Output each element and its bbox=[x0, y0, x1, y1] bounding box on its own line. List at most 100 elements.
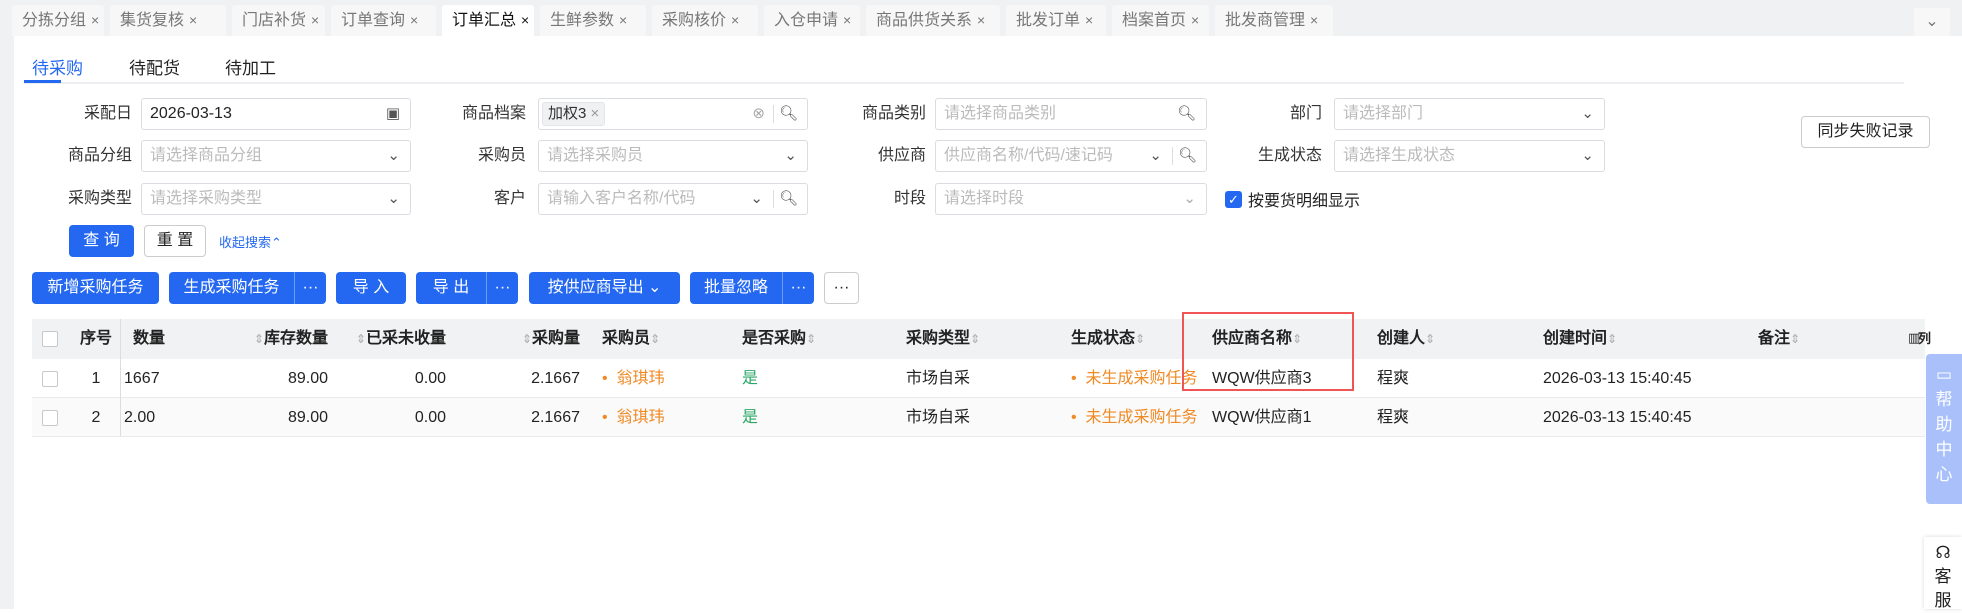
column-header[interactable]: 创建时间⇕ bbox=[1543, 319, 1617, 359]
subtab-pending-processing[interactable]: 待加工 bbox=[225, 54, 276, 79]
column-header[interactable]: ⇕已采未收量 bbox=[338, 319, 446, 359]
export-by-supplier-button[interactable]: 按供应商导出 ⌄ bbox=[529, 272, 680, 304]
more-icon[interactable]: ··· bbox=[782, 272, 814, 304]
sort-icon[interactable]: ⇕ bbox=[1607, 332, 1617, 346]
category-field[interactable]: 请选择商品类别 🔍︎ bbox=[935, 98, 1207, 130]
collapse-search-link[interactable]: 收起搜索⌃ bbox=[219, 232, 282, 251]
sort-icon[interactable]: ⇕ bbox=[522, 332, 532, 346]
search-icon[interactable]: 🔍︎ bbox=[779, 99, 798, 129]
period-select[interactable]: 请选择时段 ⌄ bbox=[935, 183, 1207, 215]
column-header[interactable]: 创建人⇕ bbox=[1377, 319, 1435, 359]
supplier-field[interactable]: 供应商名称/代码/速记码 ⌄ 🔍︎ bbox=[935, 140, 1207, 172]
close-icon[interactable]: × bbox=[311, 12, 319, 28]
chat-icon: ▭ bbox=[1935, 365, 1953, 384]
column-header[interactable]: 序号 bbox=[71, 319, 121, 359]
close-icon[interactable]: × bbox=[1191, 12, 1199, 28]
tab-item[interactable]: 订单查询 × bbox=[331, 5, 436, 36]
customer-service-button[interactable]: ☊ 客服 bbox=[1924, 537, 1962, 610]
more-actions-button[interactable]: ··· bbox=[824, 272, 859, 304]
search-icon[interactable]: 🔍︎ bbox=[779, 184, 798, 214]
tab-item[interactable]: 集货复核 × bbox=[110, 5, 226, 36]
tab-item[interactable]: 分拣分组 × bbox=[12, 5, 104, 36]
cell-ptype: 市场自采 bbox=[906, 398, 970, 437]
help-center-button[interactable]: ▭ 帮助中心 bbox=[1926, 354, 1962, 504]
subtab-pending-distribution[interactable]: 待配货 bbox=[129, 54, 180, 79]
cell-value: 是 bbox=[742, 370, 759, 387]
clear-icon[interactable]: ⊗ bbox=[752, 99, 765, 129]
column-header-label: 生成状态 bbox=[1071, 330, 1136, 347]
select-all-checkbox[interactable] bbox=[42, 331, 58, 347]
close-icon[interactable]: × bbox=[619, 12, 627, 28]
tab-item[interactable]: 采购核价 × bbox=[652, 5, 758, 36]
column-header[interactable]: ⇕采购量 bbox=[456, 319, 580, 359]
goods-label: 商品档案 bbox=[461, 105, 526, 122]
close-icon[interactable]: × bbox=[731, 12, 739, 28]
close-icon[interactable]: × bbox=[1310, 12, 1318, 28]
sort-icon[interactable]: ⇕ bbox=[650, 332, 660, 346]
date-field[interactable]: 2026-03-13 ▣ bbox=[141, 98, 411, 130]
sort-icon[interactable]: ⇕ bbox=[1425, 332, 1435, 346]
column-settings-icon[interactable]: ▥ bbox=[1908, 330, 1920, 346]
cell-value: 0.00 bbox=[414, 370, 446, 387]
tab-item[interactable]: 批发订单 × bbox=[1006, 5, 1106, 36]
column-header-label: 已采未收量 bbox=[365, 330, 446, 347]
dept-select[interactable]: 请选择部门 ⌄ bbox=[1334, 98, 1605, 130]
close-icon[interactable]: × bbox=[91, 12, 99, 28]
sort-icon[interactable]: ⇕ bbox=[1135, 332, 1145, 346]
more-icon[interactable]: ··· bbox=[294, 272, 326, 304]
tab-item[interactable]: 商品供货关系 × bbox=[866, 5, 1000, 36]
detail-checkbox[interactable]: ✓ bbox=[1225, 191, 1242, 208]
buyer-select[interactable]: 请选择采购员 ⌄ bbox=[538, 140, 808, 172]
search-icon[interactable]: 🔍︎ bbox=[1178, 141, 1197, 171]
row-checkbox[interactable] bbox=[42, 371, 58, 387]
group-select[interactable]: 请选择商品分组 ⌄ bbox=[141, 140, 411, 172]
supplier-label: 供应商 bbox=[877, 147, 926, 164]
chip-close-icon[interactable]: × bbox=[591, 105, 600, 122]
column-header[interactable]: 生成状态⇕ bbox=[1071, 319, 1145, 359]
sort-icon[interactable]: ⇕ bbox=[1790, 332, 1800, 346]
import-button[interactable]: 导 入 bbox=[336, 272, 406, 304]
query-button[interactable]: 查 询 bbox=[69, 225, 134, 257]
sort-icon[interactable]: ⇕ bbox=[356, 332, 366, 346]
sort-icon[interactable]: ⇕ bbox=[806, 332, 816, 346]
close-icon[interactable]: × bbox=[189, 12, 197, 28]
more-icon[interactable]: ··· bbox=[486, 272, 518, 304]
column-header[interactable]: 数量 bbox=[133, 319, 165, 359]
sync-fail-record-button[interactable]: 同步失败记录 bbox=[1801, 116, 1930, 148]
tab-item[interactable]: 批发商管理 × bbox=[1215, 5, 1333, 36]
row-checkbox[interactable] bbox=[42, 410, 58, 426]
close-icon[interactable]: × bbox=[977, 12, 985, 28]
search-icon[interactable]: 🔍︎ bbox=[1177, 99, 1196, 129]
tab-item[interactable]: 生鲜参数 × bbox=[540, 5, 646, 36]
generate-purchase-task-button[interactable]: 生成采购任务 ··· bbox=[169, 272, 326, 304]
chevron-down-icon: ⌄ bbox=[1581, 147, 1594, 164]
tab-item[interactable]: 入仓申请 × bbox=[764, 5, 860, 36]
sort-icon[interactable]: ⇕ bbox=[254, 332, 264, 346]
cell-is: 是 bbox=[742, 398, 758, 437]
export-button[interactable]: 导 出 ··· bbox=[416, 272, 518, 304]
close-icon[interactable]: × bbox=[843, 12, 851, 28]
tab-item[interactable]: 门店补货 × bbox=[232, 5, 325, 36]
ptype-select[interactable]: 请选择采购类型 ⌄ bbox=[141, 183, 411, 215]
column-header[interactable]: 备注⇕ bbox=[1758, 319, 1800, 359]
column-header[interactable]: 采购类型⇕ bbox=[906, 319, 980, 359]
customer-label: 客户 bbox=[493, 190, 526, 207]
customer-field[interactable]: 请输入客户名称/代码 ⌄ 🔍︎ bbox=[538, 183, 808, 215]
sort-icon[interactable]: ⇕ bbox=[970, 332, 980, 346]
tabs-dropdown-chevron-icon[interactable]: ⌄ bbox=[1914, 8, 1950, 36]
batch-ignore-button[interactable]: 批量忽略 ··· bbox=[690, 272, 814, 304]
column-header[interactable]: 采购员⇕ bbox=[602, 319, 660, 359]
add-purchase-task-button[interactable]: 新增采购任务 bbox=[32, 272, 159, 304]
column-header[interactable]: ⇕库存数量 bbox=[175, 319, 328, 359]
close-icon[interactable]: × bbox=[1085, 12, 1093, 28]
tab-item[interactable]: 订单汇总 × bbox=[442, 5, 534, 36]
reset-button[interactable]: 重 置 bbox=[144, 225, 206, 257]
goods-field[interactable]: 加权3 × ⊗ 🔍︎ bbox=[538, 98, 808, 130]
close-icon[interactable]: × bbox=[521, 12, 529, 28]
genstatus-select[interactable]: 请选择生成状态 ⌄ bbox=[1334, 140, 1605, 172]
close-icon[interactable]: × bbox=[410, 12, 418, 28]
subtab-pending-purchase[interactable]: 待采购 bbox=[32, 54, 83, 79]
cell-unrecv: 0.00 bbox=[338, 398, 446, 437]
column-header[interactable]: 是否采购⇕ bbox=[742, 319, 816, 359]
tab-item[interactable]: 档案首页 × bbox=[1112, 5, 1209, 36]
